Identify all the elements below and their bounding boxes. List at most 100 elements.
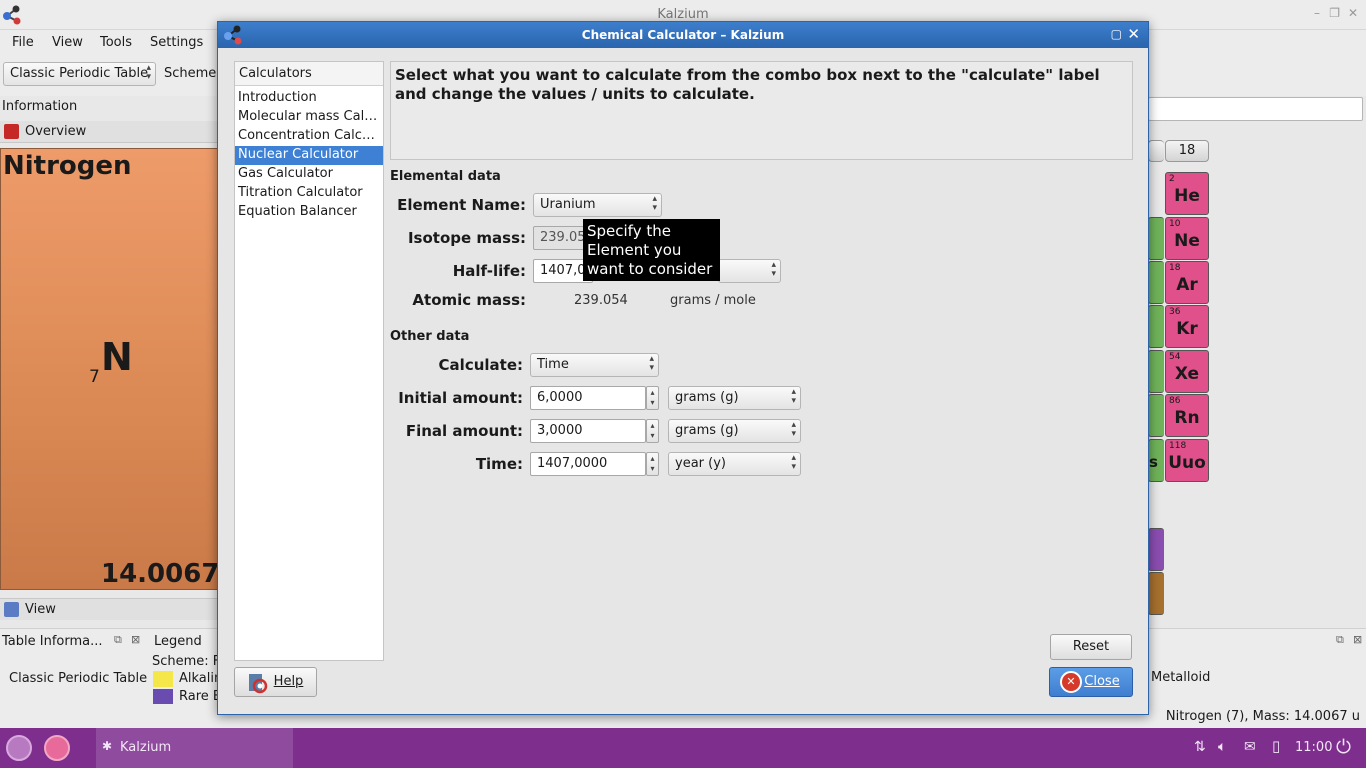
element-name-combo[interactable]: Uranium ▴ ▾: [533, 193, 662, 217]
dialog-titlebar: Chemical Calculator – Kalzium ▢ ✕: [218, 22, 1148, 48]
legend-item: Rare E: [179, 689, 222, 704]
initial-amount-label: Initial amount:: [398, 389, 523, 407]
combo-arrows-icon: ▴ ▾: [791, 387, 796, 406]
taskbar: ✱ Kalzium ⇅ 🔈︎ ✉ ▯ 11:00 ⏻: [0, 728, 1366, 768]
menu-file[interactable]: File: [12, 35, 34, 50]
legend-scheme: Scheme: Fa: [152, 654, 228, 669]
table-info-value: Classic Periodic Table: [9, 671, 148, 686]
legend-item: Alkalin: [179, 671, 223, 686]
ubuntu-icon[interactable]: [44, 735, 70, 761]
element-cell-ar[interactable]: 18 Ar: [1165, 261, 1209, 304]
maximize-icon[interactable]: ▢: [1111, 27, 1122, 41]
help-icon: [249, 674, 268, 694]
window-title: Kalzium: [657, 7, 709, 22]
initial-amount-input[interactable]: 6,0000: [530, 386, 646, 410]
volume-icon[interactable]: 🔈︎: [1218, 739, 1226, 755]
element-cell[interactable]: [1148, 572, 1164, 615]
reset-button[interactable]: Reset: [1050, 634, 1132, 660]
combo-arrows-icon: ▴ ▾: [649, 354, 654, 373]
time-stepper[interactable]: ▴ ▾: [646, 452, 659, 476]
close-button[interactable]: ✕ Close: [1049, 667, 1133, 697]
element-cell-he[interactable]: 2 He: [1165, 172, 1209, 215]
mail-icon[interactable]: ✉: [1244, 739, 1256, 755]
minimize-icon[interactable]: –: [1314, 6, 1320, 20]
clock[interactable]: 11:00: [1295, 740, 1332, 755]
dock-close-icon[interactable]: ⊠: [131, 633, 140, 646]
group-header-partial[interactable]: [1148, 140, 1164, 162]
calculate-combo[interactable]: Time ▴ ▾: [530, 353, 659, 377]
legend-dock-title: Legend: [154, 634, 202, 649]
dock-close-icon[interactable]: ⊠: [1353, 633, 1362, 646]
close-icon[interactable]: ✕: [1127, 25, 1140, 43]
element-name-tooltip: Specify the Element you want to consider: [583, 219, 720, 281]
view-icon: [4, 602, 19, 617]
network-icon[interactable]: ⇅: [1194, 739, 1206, 755]
list-item[interactable]: Equation Balancer: [235, 203, 383, 222]
menu-settings[interactable]: Settings: [150, 35, 203, 50]
scheme-combo[interactable]: Scheme: [164, 66, 216, 81]
chemical-calculator-dialog: Chemical Calculator – Kalzium ▢ ✕ Calcul…: [217, 21, 1149, 715]
kalzium-task-icon: ✱: [102, 739, 113, 753]
element-cell-kr[interactable]: 36 Kr: [1165, 305, 1209, 348]
legend-item-metalloid: Metalloid: [1151, 670, 1211, 685]
other-data-title: Other data: [390, 329, 470, 344]
list-item[interactable]: Molecular mass Calcu...: [235, 108, 383, 127]
combo-arrows-icon: ▴ ▾: [652, 194, 657, 213]
close-circle-icon: ✕: [1060, 671, 1082, 693]
initial-amount-unit-combo[interactable]: grams (g) ▴ ▾: [668, 386, 801, 410]
final-amount-label: Final amount:: [405, 422, 523, 440]
element-cell[interactable]: [1148, 350, 1164, 393]
element-cell[interactable]: [1148, 394, 1164, 437]
dock-float-icon[interactable]: ⧉: [114, 633, 122, 647]
time-unit-combo[interactable]: year (y) ▴ ▾: [668, 452, 801, 476]
element-cell[interactable]: s: [1148, 439, 1164, 482]
overview-icon: [4, 124, 19, 139]
element-cell-ne[interactable]: 10 Ne: [1165, 217, 1209, 260]
element-cell-uuo[interactable]: 118 Uuo: [1165, 439, 1209, 482]
info-panel-label: Information: [2, 99, 78, 114]
menu-view[interactable]: View: [52, 35, 83, 50]
half-life-unit-combo[interactable]: ▴ ▾: [718, 259, 781, 283]
dialog-title: Chemical Calculator – Kalzium: [581, 28, 785, 42]
element-cell[interactable]: [1148, 261, 1164, 304]
help-button[interactable]: Help: [234, 667, 317, 697]
task-kalzium[interactable]: ✱ Kalzium: [96, 728, 293, 768]
element-name: Nitrogen: [3, 151, 132, 181]
table-type-combo[interactable]: Classic Periodic Table ▴ ▾: [3, 62, 156, 86]
tab-view[interactable]: View: [0, 598, 218, 620]
atomic-mass-value: 239.054: [574, 293, 628, 308]
time-input[interactable]: 1407,0000: [530, 452, 646, 476]
initial-amount-stepper[interactable]: ▴ ▾: [646, 386, 659, 410]
menu-tools[interactable]: Tools: [100, 35, 132, 50]
list-item[interactable]: Titration Calculator: [235, 184, 383, 203]
list-item-selected[interactable]: Nuclear Calculator: [235, 146, 383, 165]
elemental-data-title: Elemental data: [390, 169, 501, 184]
element-symbol: N: [101, 335, 133, 379]
element-overview-card: Nitrogen 7 N 14.0067: [0, 148, 219, 590]
search-input[interactable]: [1148, 97, 1363, 121]
close-icon[interactable]: ✕: [1348, 6, 1358, 20]
final-amount-unit-combo[interactable]: grams (g) ▴ ▾: [668, 419, 801, 443]
list-item[interactable]: Gas Calculator: [235, 165, 383, 184]
calculate-label: Calculate:: [438, 356, 523, 374]
maximize-icon[interactable]: ❐: [1329, 6, 1340, 20]
isotope-mass-label: Isotope mass:: [407, 229, 526, 247]
app-launcher-icon[interactable]: [6, 735, 32, 761]
group-header-18[interactable]: 18: [1165, 140, 1209, 162]
final-amount-stepper[interactable]: ▴ ▾: [646, 419, 659, 443]
legend-swatch-rare-earth: [153, 689, 173, 705]
table-info-dock-title: Table Informa...: [2, 634, 103, 649]
element-cell-xe[interactable]: 54 Xe: [1165, 350, 1209, 393]
element-cell-rn[interactable]: 86 Rn: [1165, 394, 1209, 437]
final-amount-input[interactable]: 3,0000: [530, 419, 646, 443]
element-cell[interactable]: [1148, 305, 1164, 348]
power-icon[interactable]: ⏻: [1336, 736, 1351, 758]
list-item[interactable]: Introduction: [235, 89, 383, 108]
list-item[interactable]: Concentration Calcul...: [235, 127, 383, 146]
battery-icon[interactable]: ▯: [1272, 737, 1280, 755]
element-cell[interactable]: [1148, 528, 1164, 571]
tab-overview[interactable]: Overview: [0, 121, 218, 143]
dock-float-icon[interactable]: ⧉: [1336, 633, 1344, 647]
element-cell[interactable]: [1148, 217, 1164, 260]
atomic-mass-label: Atomic mass:: [412, 291, 526, 309]
